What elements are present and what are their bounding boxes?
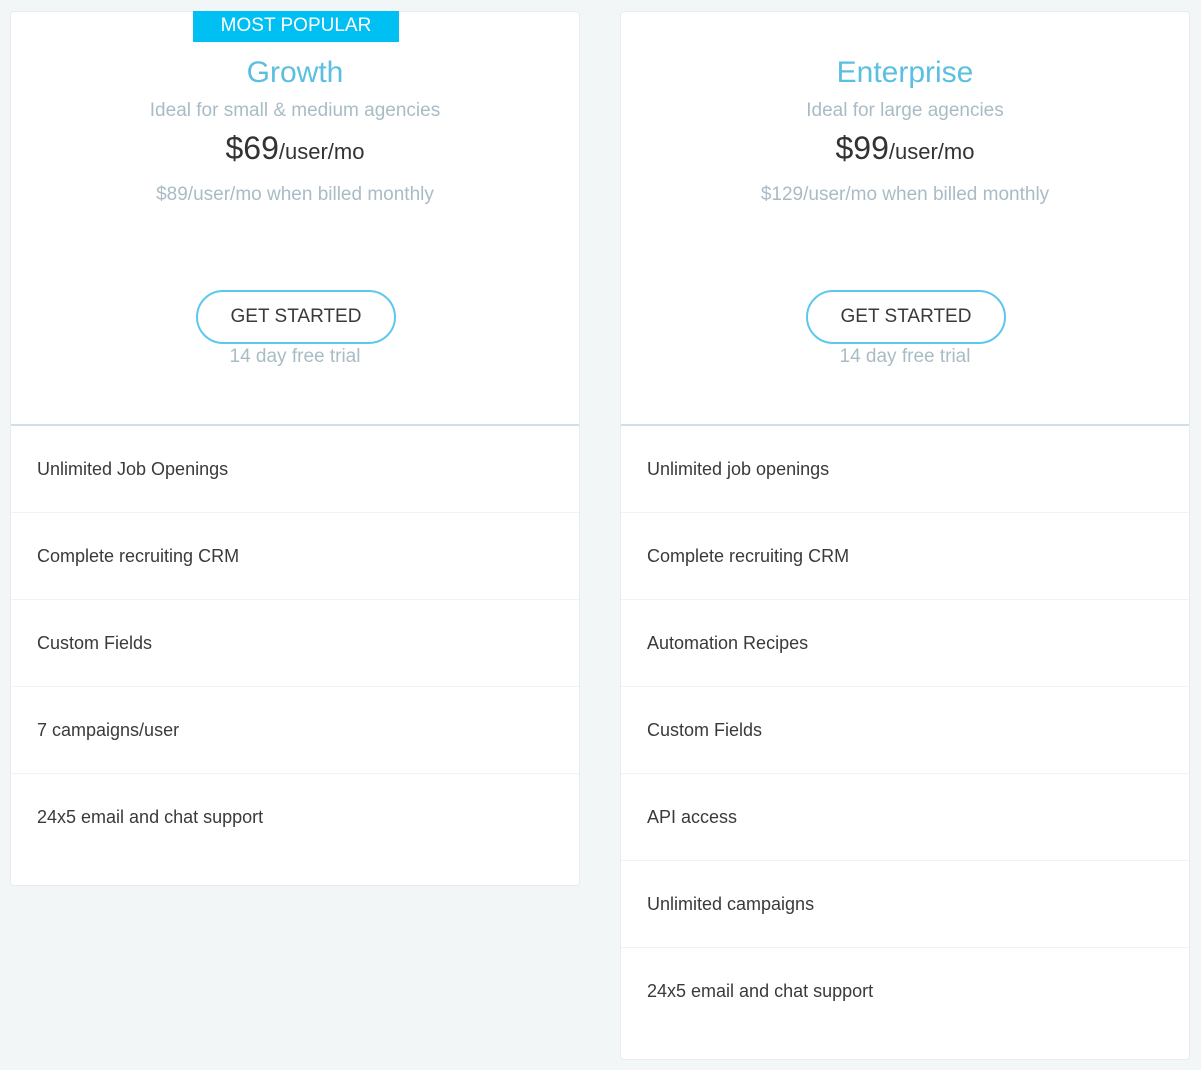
feature-item: API access	[621, 774, 1189, 861]
price-unit: /user/mo	[278, 139, 365, 164]
plan-header: Growth Ideal for small & medium agencies…	[11, 12, 579, 426]
feature-item: Custom Fields	[621, 687, 1189, 774]
feature-item: Unlimited campaigns	[621, 861, 1189, 948]
plan-card-growth: MOST POPULAR Growth Ideal for small & me…	[10, 11, 580, 886]
feature-item: Unlimited Job Openings	[11, 426, 579, 513]
feature-label: Custom Fields	[647, 719, 763, 740]
feature-label: 7 campaigns/user	[37, 719, 180, 740]
plan-price: $69/user/mo	[11, 130, 579, 167]
feature-item: Complete recruiting CRM	[621, 513, 1189, 600]
feature-label: 24x5 email and chat support	[37, 807, 264, 827]
plan-name: Enterprise	[836, 56, 974, 89]
get-started-button[interactable]: GET STARTED	[196, 290, 396, 344]
feature-list: Unlimited job openings Complete recruiti…	[621, 426, 1189, 1035]
monthly-price-note: $129/user/mo when billed monthly	[760, 184, 1050, 205]
feature-label: Automation Recipes	[647, 632, 809, 653]
feature-label: Complete recruiting CRM	[37, 545, 240, 566]
feature-item: Automation Recipes	[621, 600, 1189, 687]
monthly-price-note: $89/user/mo when billed monthly	[156, 184, 434, 205]
price-amount: $69	[225, 130, 279, 166]
price-amount: $99	[835, 130, 889, 166]
feature-item: Custom Fields	[11, 600, 579, 687]
feature-item: 24x5 email and chat support	[11, 774, 579, 861]
feature-label: Unlimited campaigns	[647, 893, 815, 914]
feature-item: Unlimited job openings	[621, 426, 1189, 513]
free-trial-note: 14 day free trial	[839, 346, 971, 367]
feature-label: API access	[647, 806, 738, 827]
feature-label: 24x5 email and chat support	[647, 981, 874, 1001]
plan-tagline: Ideal for small & medium agencies	[149, 100, 441, 121]
feature-label: Unlimited job openings	[647, 458, 830, 479]
get-started-button[interactable]: GET STARTED	[806, 290, 1006, 344]
feature-label: Custom Fields	[37, 632, 153, 653]
plan-price: $99/user/mo	[621, 130, 1189, 167]
plan-name: Growth	[246, 56, 344, 89]
feature-item: 24x5 email and chat support	[621, 948, 1189, 1035]
feature-list: Unlimited Job Openings Complete recruiti…	[11, 426, 579, 861]
plan-tagline: Ideal for large agencies	[806, 100, 1004, 121]
free-trial-note: 14 day free trial	[229, 346, 361, 367]
feature-item: 7 campaigns/user	[11, 687, 579, 774]
plan-header: Enterprise Ideal for large agencies $99/…	[621, 12, 1189, 426]
feature-label: Complete recruiting CRM	[647, 545, 850, 566]
price-unit: /user/mo	[888, 139, 975, 164]
plan-card-enterprise: Enterprise Ideal for large agencies $99/…	[620, 11, 1190, 1060]
feature-item: Complete recruiting CRM	[11, 513, 579, 600]
feature-label: Unlimited Job Openings	[37, 458, 229, 479]
